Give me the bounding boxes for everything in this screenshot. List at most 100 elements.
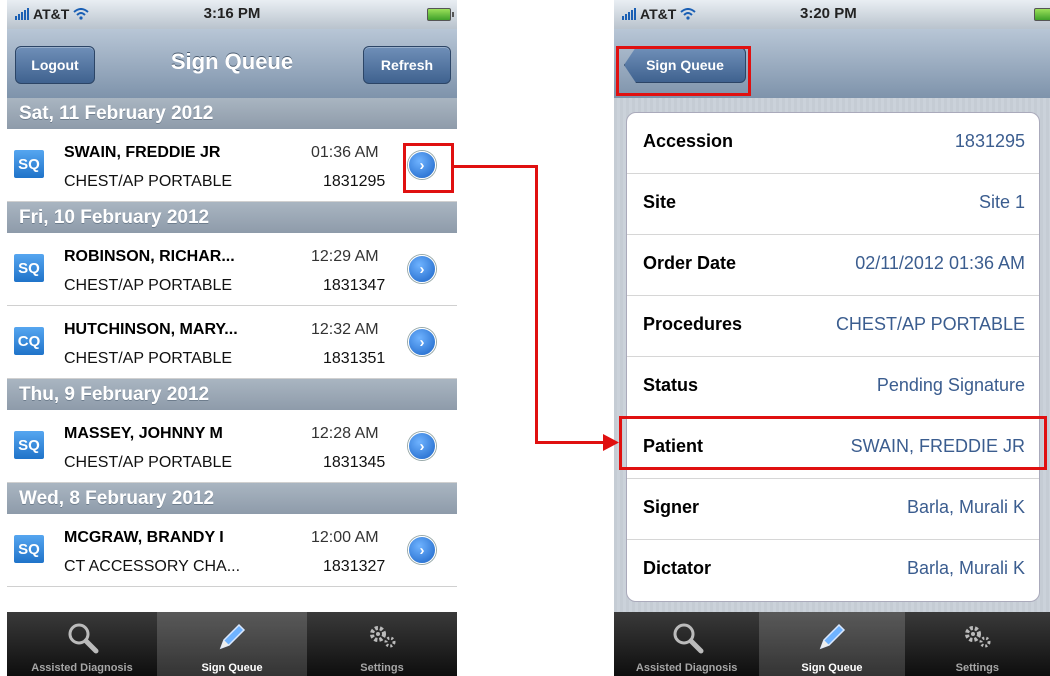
accession-number: 1831295 <box>323 173 386 190</box>
patient-name: ROBINSON, RICHAR... <box>64 248 235 265</box>
detail-screen: AT&T 3:20 PM Sign Queue Accession 183129… <box>614 0 1050 676</box>
tab-sign-queue[interactable]: Sign Queue <box>759 612 905 676</box>
status-time: 3:16 PM <box>203 5 261 22</box>
magnifier-icon <box>7 619 157 655</box>
pencil-icon <box>157 619 307 655</box>
patient-name: HUTCHINSON, MARY... <box>64 321 238 338</box>
detail-value: Barla, Murali K <box>906 497 1025 517</box>
connector-arrowhead-icon <box>603 434 619 451</box>
section-header: Fri, 10 February 2012 <box>7 202 457 233</box>
sign-queue-screen: AT&T 3:16 PM Logout Sign Queue Refresh S… <box>7 0 457 676</box>
connector-line-horizontal-bottom <box>535 441 605 444</box>
queue-badge: CQ <box>14 327 44 355</box>
detail-label: Accession <box>643 131 734 151</box>
navigation-bar: Sign Queue <box>614 29 1050 99</box>
list-item[interactable]: CQ HUTCHINSON, MARY... 12:32 AM CHEST/AP… <box>7 306 457 379</box>
detail-label: Site <box>643 192 677 212</box>
connector-line-vertical <box>535 165 538 444</box>
status-time: 3:20 PM <box>800 5 857 22</box>
detail-disclosure-icon[interactable]: › <box>408 328 436 356</box>
queue-badge: SQ <box>14 535 44 563</box>
refresh-button[interactable]: Refresh <box>363 46 451 84</box>
order-time: 12:29 AM <box>311 248 379 265</box>
signal-bars-icon <box>622 8 636 20</box>
section-header: Thu, 9 February 2012 <box>7 379 457 410</box>
tab-label: Sign Queue <box>801 662 863 674</box>
detail-row-status: Status Pending Signature <box>627 357 1039 418</box>
list-item[interactable]: SQ MASSEY, JOHNNY M 12:28 AM CHEST/AP PO… <box>7 410 457 483</box>
detail-row-patient: Patient SWAIN, FREDDIE JR <box>627 418 1039 479</box>
procedure: CHEST/AP PORTABLE <box>64 277 233 294</box>
carrier: AT&T <box>622 6 696 22</box>
carrier-label: AT&T <box>640 6 677 22</box>
back-button[interactable]: Sign Queue <box>624 47 746 83</box>
battery-icon <box>427 8 454 21</box>
wifi-icon <box>680 8 696 20</box>
procedure: CHEST/AP PORTABLE <box>64 173 233 190</box>
tab-label: Assisted Diagnosis <box>635 662 738 674</box>
tab-bar: Assisted Diagnosis Sign Queue Settings <box>7 612 457 676</box>
detail-value: 02/11/2012 01:36 AM <box>855 253 1025 273</box>
tab-label: Sign Queue <box>201 662 263 674</box>
status-bar: AT&T 3:20 PM <box>614 0 1050 29</box>
tab-label: Settings <box>955 662 1000 674</box>
patient-name: SWAIN, FREDDIE JR <box>64 144 221 161</box>
detail-row-procedures: Procedures CHEST/AP PORTABLE <box>627 296 1039 357</box>
detail-label: Status <box>643 375 699 395</box>
procedure: CHEST/AP PORTABLE <box>64 350 233 367</box>
detail-value: Pending Signature <box>876 375 1025 395</box>
queue-badge: SQ <box>14 254 44 282</box>
detail-value: SWAIN, FREDDIE JR <box>850 436 1025 456</box>
order-time: 12:28 AM <box>311 425 379 442</box>
detail-disclosure-icon[interactable]: › <box>408 255 436 283</box>
battery-icon <box>1034 8 1050 21</box>
detail-disclosure-icon[interactable]: › <box>408 432 436 460</box>
tab-assisted-diagnosis[interactable]: Assisted Diagnosis <box>614 612 759 676</box>
detail-value: 1831295 <box>954 131 1025 151</box>
detail-label: Order Date <box>643 253 737 273</box>
accession-number: 1831351 <box>323 350 386 367</box>
tab-bar: Assisted Diagnosis Sign Queue Settings <box>614 612 1050 676</box>
sign-queue-list[interactable]: Sat, 11 February 2012 SQ SWAIN, FREDDIE … <box>7 98 457 612</box>
accession-number: 1831345 <box>323 454 386 471</box>
tab-label: Assisted Diagnosis <box>31 662 133 674</box>
pencil-icon <box>759 619 904 655</box>
list-item[interactable]: SQ MCGRAW, BRANDY I 12:00 AM CT ACCESSOR… <box>7 514 457 587</box>
list-item[interactable]: SQ ROBINSON, RICHAR... 12:29 AM CHEST/AP… <box>7 233 457 306</box>
detail-value: Barla, Murali K <box>906 558 1025 578</box>
detail-row-site: Site Site 1 <box>627 174 1039 235</box>
connector-line-horizontal-top <box>454 165 538 168</box>
queue-badge: SQ <box>14 431 44 459</box>
details-table: Accession 1831295 Site Site 1 Order Date… <box>626 112 1040 602</box>
detail-value: Site 1 <box>978 192 1025 212</box>
detail-label: Signer <box>643 497 700 517</box>
accession-number: 1831327 <box>323 558 386 575</box>
section-header: Wed, 8 February 2012 <box>7 483 457 514</box>
procedure: CHEST/AP PORTABLE <box>64 454 233 471</box>
gears-icon <box>905 619 1050 655</box>
detail-value: CHEST/AP PORTABLE <box>835 314 1025 334</box>
navigation-bar: Logout Sign Queue Refresh <box>7 29 457 99</box>
order-time: 12:00 AM <box>311 529 379 546</box>
section-header: Sat, 11 February 2012 <box>7 98 457 129</box>
order-time: 12:32 AM <box>311 321 379 338</box>
order-time: 01:36 AM <box>311 144 379 161</box>
tab-settings[interactable]: Settings <box>307 612 457 676</box>
detail-row-accession: Accession 1831295 <box>627 113 1039 174</box>
detail-row-order-date: Order Date 02/11/2012 01:36 AM <box>627 235 1039 296</box>
list-item[interactable]: SQ SWAIN, FREDDIE JR 01:36 AM CHEST/AP P… <box>7 129 457 202</box>
tab-assisted-diagnosis[interactable]: Assisted Diagnosis <box>7 612 157 676</box>
detail-label: Dictator <box>643 558 712 578</box>
detail-disclosure-icon[interactable]: › <box>408 536 436 564</box>
detail-disclosure-icon[interactable]: › <box>408 151 436 179</box>
accession-number: 1831347 <box>323 277 386 294</box>
tab-settings[interactable]: Settings <box>905 612 1050 676</box>
detail-row-signer: Signer Barla, Murali K <box>627 479 1039 540</box>
gears-icon <box>307 619 457 655</box>
procedure: CT ACCESSORY CHA... <box>64 558 241 575</box>
detail-background: Accession 1831295 Site Site 1 Order Date… <box>614 98 1050 612</box>
detail-label: Patient <box>643 436 704 456</box>
status-bar: AT&T 3:16 PM <box>7 0 457 29</box>
tab-sign-queue[interactable]: Sign Queue <box>157 612 307 676</box>
patient-name: MCGRAW, BRANDY I <box>64 529 224 546</box>
